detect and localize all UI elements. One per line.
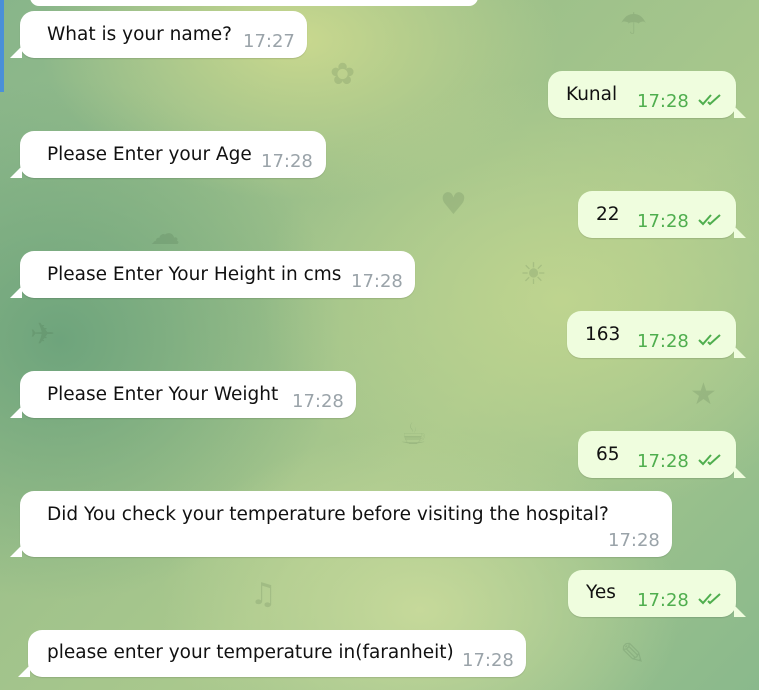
message-text: 65 — [596, 444, 620, 465]
incoming-message: What is your name? 17:27 — [10, 11, 307, 58]
read-double-check-icon — [698, 94, 721, 106]
message-text: Kunal — [566, 84, 618, 105]
message-text: What is your name? — [47, 24, 232, 45]
selection-edge — [0, 0, 4, 92]
incoming-message: please enter your temperature in(faranhe… — [18, 630, 526, 677]
message-time: 17:28 — [637, 590, 689, 611]
message-time: 17:28 — [462, 650, 514, 671]
message-text: Did You check your temperature before vi… — [47, 504, 609, 525]
message-text: 22 — [596, 204, 620, 225]
outgoing-message: Kunal 17:28 — [548, 71, 746, 118]
incoming-message: Please Enter Your Height in cms 17:28 — [10, 251, 415, 298]
read-double-check-icon — [698, 454, 721, 466]
outgoing-message: 22 17:28 — [578, 191, 746, 238]
message-time: 17:28 — [292, 391, 344, 412]
previous-message-bubble-fragment — [30, 0, 478, 6]
message-text: please enter your temperature in(faranhe… — [47, 642, 454, 663]
wallpaper-doodle-icon: ☂ — [620, 7, 647, 42]
message-time: 17:28 — [637, 331, 689, 352]
read-double-check-icon — [698, 593, 721, 605]
wallpaper-doodle-icon: ✎ — [620, 637, 646, 672]
message-time: 17:28 — [261, 151, 313, 172]
message-time: 17:27 — [243, 31, 295, 52]
message-time: 17:28 — [351, 271, 403, 292]
outgoing-message: 163 17:28 — [567, 311, 746, 358]
message-text: Please Enter your Age — [47, 144, 252, 165]
wallpaper-doodle-icon: ★ — [690, 377, 717, 412]
message-text: 163 — [585, 324, 621, 345]
message-text: Please Enter Your Height in cms — [47, 264, 342, 285]
read-double-check-icon — [698, 334, 721, 346]
wallpaper-doodle-icon: ✈ — [30, 317, 56, 352]
incoming-message: Did You check your temperature before vi… — [10, 491, 672, 557]
wallpaper-doodle-icon: ☀ — [520, 257, 547, 292]
wallpaper-doodle-icon: ☕ — [400, 417, 427, 452]
message-text: Please Enter Your Weight — [47, 384, 279, 405]
outgoing-message: Yes 17:28 — [568, 570, 746, 617]
wallpaper-doodle-icon: ♫ — [250, 577, 277, 612]
message-text: Yes — [586, 582, 616, 603]
wallpaper-doodle-icon: ✿ — [330, 57, 356, 92]
read-double-check-icon — [698, 214, 721, 226]
message-time: 17:28 — [608, 530, 660, 551]
outgoing-message: 65 17:28 — [578, 431, 746, 478]
wallpaper-doodle-icon: ☁ — [150, 217, 180, 252]
message-time: 17:28 — [637, 211, 689, 232]
message-time: 17:28 — [637, 451, 689, 472]
incoming-message: Please Enter Your Weight 17:28 — [10, 371, 356, 418]
message-time: 17:28 — [637, 91, 689, 112]
incoming-message: Please Enter your Age 17:28 — [10, 131, 326, 178]
wallpaper-doodle-icon: ♥ — [440, 187, 467, 222]
